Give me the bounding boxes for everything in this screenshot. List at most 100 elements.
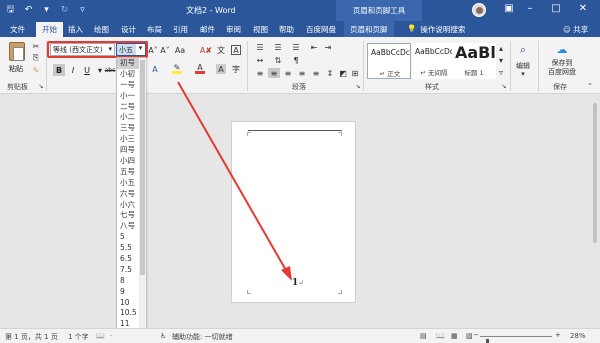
paragraph-mark: ↵ (298, 279, 305, 287)
style-normal[interactable]: AaBbCcDc ↵ 正文 (367, 43, 411, 79)
baidu-cloud-icon: ☁ (556, 42, 568, 56)
tab-review[interactable]: 审阅 (226, 24, 241, 35)
tab-insert[interactable]: 插入 (68, 24, 83, 35)
lightbulb-icon: 💡 (407, 24, 417, 33)
font-size-dropdown-scrollbar[interactable] (139, 58, 146, 341)
accessibility-status[interactable]: 辅助功能: 一切就绪 (172, 332, 233, 342)
minimize-icon[interactable]: – (522, 3, 538, 14)
vertical-scrollbar[interactable] (590, 95, 600, 328)
text-effects-icon[interactable]: A (150, 64, 160, 74)
tell-me-search[interactable]: 💡 操作说明搜索 (407, 24, 465, 35)
zoom-slider[interactable] (480, 336, 552, 343)
style-heading-1[interactable]: AaBl 标题 1 (452, 43, 496, 79)
close-icon[interactable]: ✕ (575, 3, 591, 14)
customize-qat-icon[interactable]: ▿ (76, 3, 89, 16)
word-count[interactable]: 1 个字 (68, 332, 89, 342)
ribbon-display-icon[interactable]: ▣ (501, 3, 517, 14)
tab-header-footer[interactable]: 页眉和页脚 (344, 21, 394, 37)
tab-references[interactable]: 引用 (173, 24, 188, 35)
strikethrough-button[interactable]: abc (104, 64, 116, 76)
tab-help[interactable]: 帮助 (279, 24, 294, 35)
paste-icon (9, 42, 25, 61)
align-center-icon[interactable]: ≡ (268, 68, 280, 78)
underline-button[interactable]: U (81, 64, 93, 76)
undo-dropdown-icon[interactable]: ▾ (40, 3, 53, 16)
format-painter-icon[interactable]: ✎ (31, 65, 41, 75)
clear-formatting-icon[interactable]: A✘ (200, 45, 212, 55)
accessibility-icon[interactable]: ♿ (160, 332, 166, 340)
distributed-icon[interactable]: ≡ (310, 68, 322, 78)
increase-indent-icon[interactable]: ⇥ (322, 42, 334, 52)
document-page[interactable] (231, 121, 356, 303)
tab-home[interactable]: 开始 (36, 22, 63, 37)
focus-mode-icon[interactable]: ▤ (420, 332, 427, 340)
clipboard-launcher-icon[interactable]: ↘ (37, 82, 45, 90)
style-no-spacing[interactable]: AaBbCcDc ↵ 无间隔 (412, 43, 456, 79)
page-number-field[interactable]: 1↵ (292, 278, 304, 288)
zoom-in-icon[interactable]: + (555, 331, 561, 339)
zoom-out-icon[interactable]: − (473, 331, 479, 339)
shading-icon[interactable]: ◩ (338, 68, 348, 78)
collapse-ribbon-icon[interactable]: ⌃ (586, 82, 594, 90)
paragraph-launcher-icon[interactable]: ↘ (354, 82, 362, 90)
change-case-icon[interactable]: Aa (174, 45, 186, 55)
decrease-indent-icon[interactable]: ⇤ (308, 42, 320, 52)
title-bar: 🖫 ↶ ▾ ↻ ▿ 文档2 - Word 页眉和页脚工具 ▣ – □ ✕ (0, 0, 600, 21)
annotation-highlight-box (47, 41, 148, 58)
styles-scroll-down-icon[interactable]: ▾ (497, 55, 505, 66)
character-border-icon[interactable]: A (231, 45, 241, 55)
styles-group-label: 样式 (425, 83, 439, 91)
quick-access-toolbar: 🖫 ↶ ▾ ↻ ▿ (4, 3, 89, 16)
align-right-icon[interactable]: ≡ (282, 68, 294, 78)
chinese-layout-icon[interactable]: ↔ (254, 55, 266, 65)
styles-more-icon[interactable]: ▿ (497, 67, 505, 78)
print-layout-icon[interactable]: ▦ (451, 332, 458, 340)
zoom-level[interactable]: 28% (570, 332, 586, 340)
align-left-icon[interactable]: ≡ (254, 68, 266, 78)
highlight-color-icon[interactable]: ✎ (172, 63, 182, 74)
share-button[interactable]: ☺ 共享 (563, 24, 588, 35)
grow-font-icon[interactable]: A˄ (148, 45, 158, 55)
styles-scroll-up-icon[interactable]: ▴ (497, 43, 505, 54)
save-group-label: 保存 (553, 83, 567, 91)
page-corner-mark (247, 290, 251, 294)
tab-draw[interactable]: 绘图 (94, 24, 109, 35)
line-spacing-icon[interactable]: ⇕ (324, 68, 336, 78)
zoom-slider-thumb[interactable] (485, 339, 489, 343)
styles-launcher-icon[interactable]: ↘ (500, 82, 508, 90)
language-label[interactable]: ‧ (110, 332, 112, 340)
page-info[interactable]: 第 1 页，共 1 页 (5, 332, 58, 342)
save-icon[interactable]: 🖫 (4, 3, 17, 16)
bullets-icon[interactable]: ☰ (254, 42, 266, 52)
undo-icon[interactable]: ↶ (22, 3, 35, 16)
italic-button[interactable]: I (67, 64, 79, 76)
bold-button[interactable]: B (53, 64, 65, 76)
tab-baidu-netdisk[interactable]: 百度网盘 (306, 24, 336, 35)
redo-icon[interactable]: ↻ (58, 3, 71, 16)
tab-design[interactable]: 设计 (121, 24, 136, 35)
style-name: ↵ 正文 (379, 70, 401, 78)
avatar[interactable] (472, 3, 486, 17)
tab-file[interactable]: 文件 (10, 24, 25, 35)
show-marks-icon[interactable]: ¶ (290, 55, 302, 65)
copy-icon[interactable]: ⎘ (31, 53, 41, 63)
font-color-icon[interactable]: A (195, 63, 205, 74)
proofing-icon[interactable]: 📖 (96, 332, 105, 340)
cut-icon[interactable]: ✂ (31, 41, 41, 51)
phonetic-guide-icon[interactable]: 文 (216, 45, 226, 55)
tab-layout[interactable]: 布局 (147, 24, 162, 35)
share-icon: ☺ (563, 25, 571, 34)
read-mode-icon[interactable]: 📖 (436, 332, 445, 340)
sort-icon[interactable]: ⇅ (272, 55, 284, 65)
tab-view[interactable]: 视图 (253, 24, 268, 35)
shrink-font-icon[interactable]: A˅ (160, 45, 170, 55)
web-layout-icon[interactable]: ▧ (466, 332, 473, 340)
borders-icon[interactable]: ⊞ (350, 68, 360, 78)
tab-mailings[interactable]: 邮件 (200, 24, 215, 35)
enclose-character-icon[interactable]: 字 (231, 64, 241, 74)
character-shading-icon[interactable]: A (216, 64, 226, 74)
maximize-icon[interactable]: □ (548, 3, 564, 14)
justify-icon[interactable]: ≡ (296, 68, 308, 78)
multilevel-list-icon[interactable]: ☰ (290, 42, 302, 52)
numbering-icon[interactable]: ☰ (272, 42, 284, 52)
